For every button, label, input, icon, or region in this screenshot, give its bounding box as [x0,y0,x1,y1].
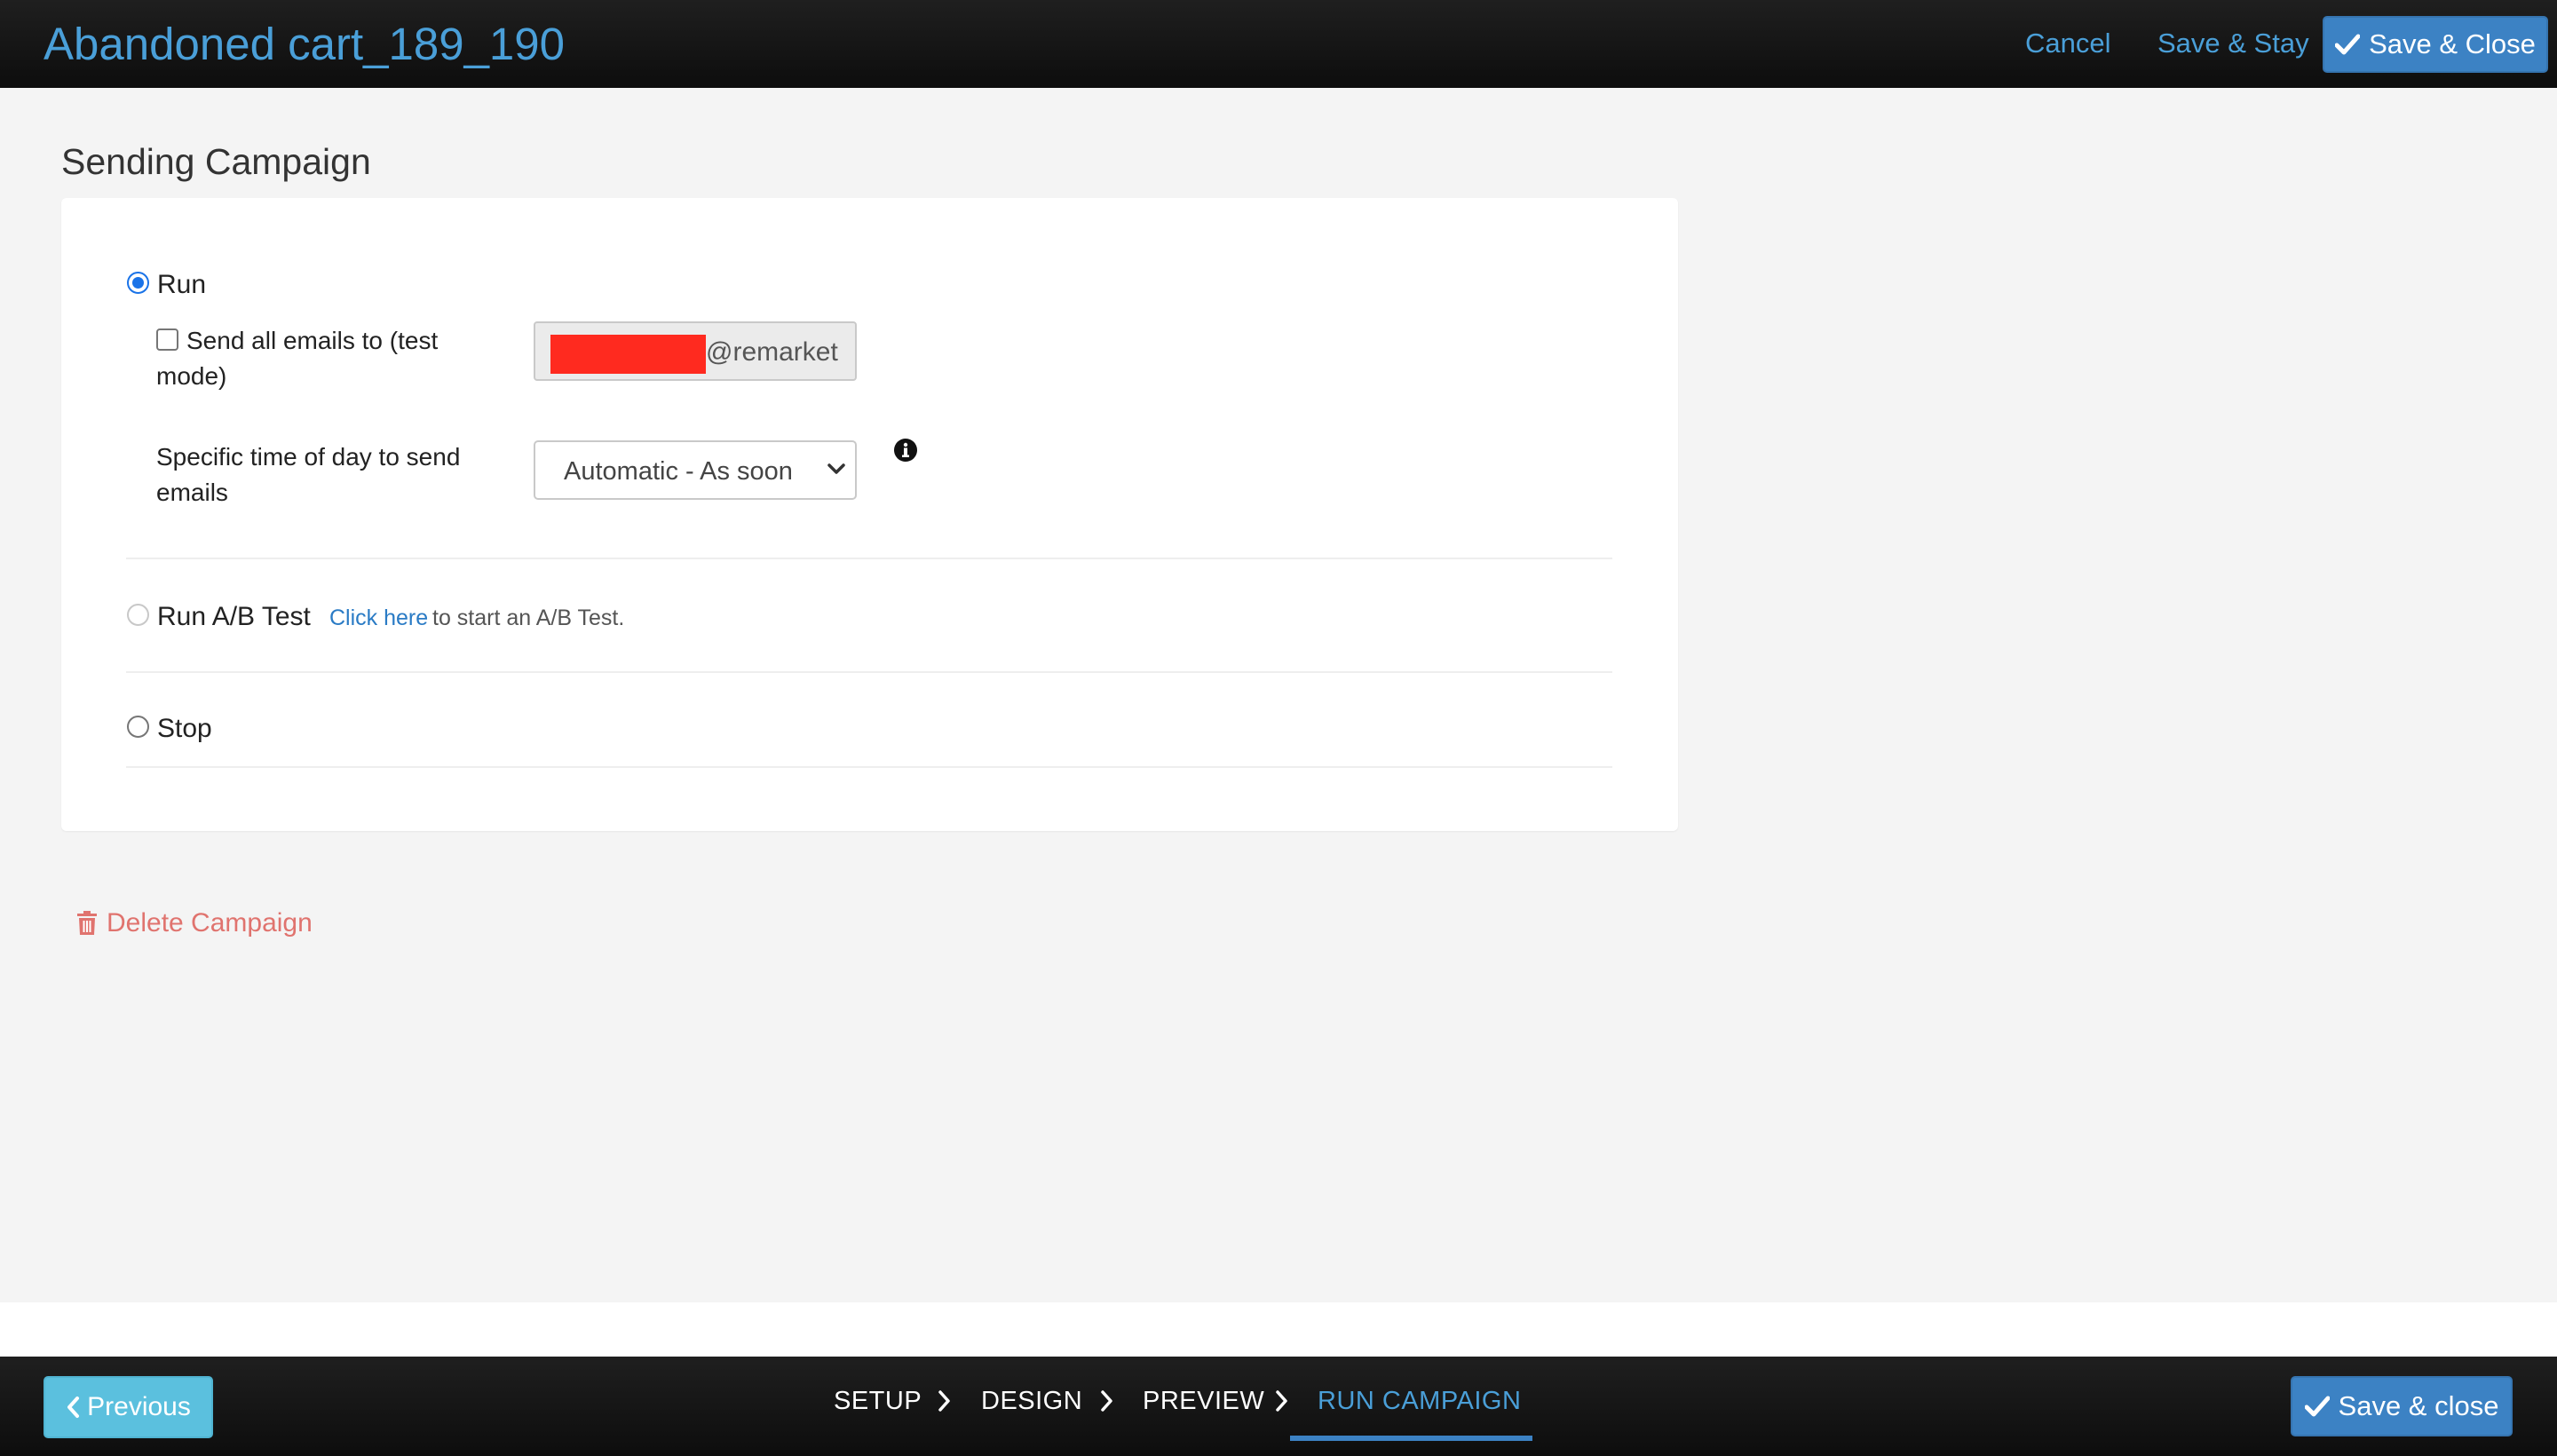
step-run-campaign[interactable]: RUN CAMPAIGN [1318,1383,1521,1419]
campaign-title: Abandoned cart_189_190 [44,19,566,69]
chevron-right-icon [938,1390,950,1412]
run-label: Run [157,270,207,299]
ab-test-label: Run A/B Test [157,602,311,631]
chevron-left-icon [67,1397,80,1418]
chevron-right-icon [1276,1390,1287,1412]
step-design[interactable]: DESIGN [981,1383,1082,1419]
step-setup[interactable]: SETUP [834,1383,922,1419]
ab-test-link[interactable]: Click here [329,602,428,634]
run-radio[interactable] [127,272,149,294]
step-preview[interactable]: PREVIEW [1143,1383,1264,1419]
top-bar: Abandoned cart_189_190 Cancel Save & Sta… [0,0,2557,88]
divider [126,766,1612,768]
previous-button[interactable]: Previous [44,1376,213,1438]
check-icon [2304,1396,2330,1417]
divider [126,558,1612,559]
footer-spacer [0,1302,2557,1357]
send-time-select[interactable]: Automatic - As soon a [534,440,857,500]
test-email-value: @remarket [706,337,838,367]
divider [126,671,1612,673]
check-icon [2335,34,2361,55]
cancel-link[interactable]: Cancel [2025,25,2111,62]
send-time-label: Specific time of day to send emails [156,443,461,506]
chevron-down-icon [827,463,845,474]
save-stay-link[interactable]: Save & Stay [2157,25,2309,62]
ab-test-hint: to start an A/B Test. [432,605,625,630]
footer-save-close-button[interactable]: Save & close [2291,1376,2513,1436]
sending-options-panel [61,198,1678,831]
chevron-right-icon [1101,1390,1112,1412]
save-close-label: Save & Close [2369,28,2536,59]
test-email-input[interactable]: @remarket [534,321,857,381]
trash-icon [77,911,97,935]
delete-campaign-label: Delete Campaign [107,908,313,938]
send-time-value: Automatic - As soon a [564,457,793,486]
stop-label: Stop [157,714,212,743]
previous-label: Previous [87,1392,191,1421]
save-close-button[interactable]: Save & Close [2323,16,2548,73]
stop-radio[interactable] [127,716,149,738]
redacted-block [550,335,706,374]
ab-test-radio[interactable] [127,604,149,626]
active-step-indicator [1290,1436,1532,1441]
section-title: Sending Campaign [61,141,371,182]
delete-campaign-link[interactable]: Delete Campaign [76,906,313,941]
info-icon[interactable] [893,438,918,463]
footer-save-close-label: Save & close [2338,1390,2499,1421]
test-mode-label: Send all emails to (test mode) [156,327,439,390]
